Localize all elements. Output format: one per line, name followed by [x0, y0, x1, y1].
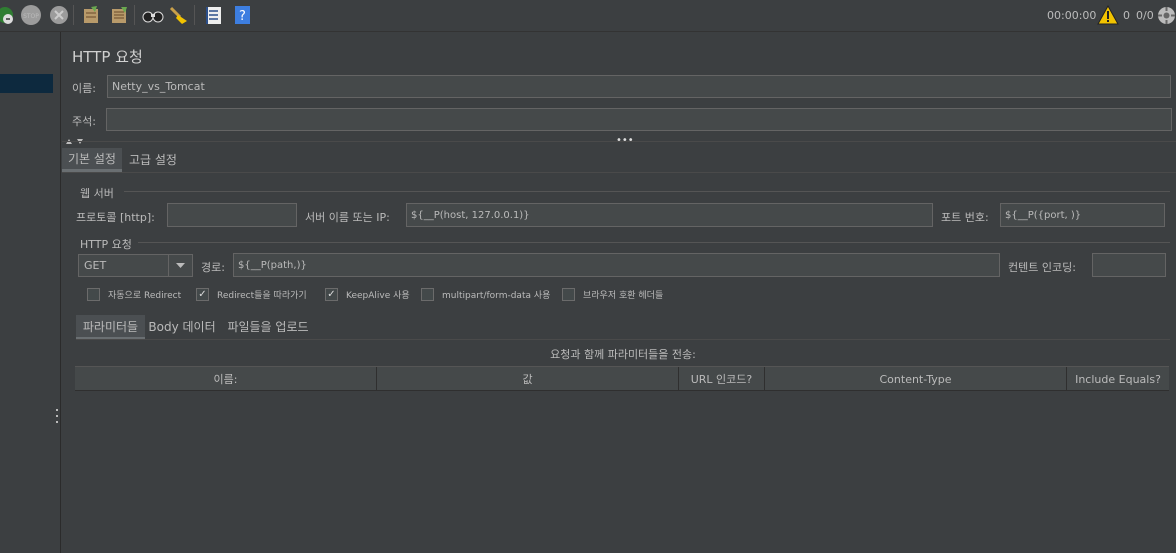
clear-icon[interactable] [80, 4, 102, 26]
option-follow-redirects[interactable]: ✓ Redirect들을 따라가기 [196, 288, 307, 301]
toolbar: STOP ? 00:00:00 0 0/0 [0, 0, 1176, 32]
search-icon[interactable] [142, 4, 164, 26]
params-table-body[interactable] [75, 391, 1169, 541]
method-select[interactable]: GET [78, 254, 193, 277]
server-label: 서버 이름 또는 IP: [305, 211, 390, 224]
tabs-divider [62, 172, 1176, 173]
option-label: KeepAlive 사용 [346, 291, 410, 301]
tab-parameters[interactable]: 파라미터들 [76, 315, 145, 340]
option-label: 자동으로 Redirect [108, 291, 182, 301]
port-label: 포트 번호: [941, 211, 989, 224]
option-keepalive[interactable]: ✓ KeepAlive 사용 [325, 288, 410, 301]
name-label: 이름: [72, 82, 96, 95]
option-label: multipart/form-data 사용 [442, 291, 551, 301]
column-header-content-type[interactable]: Content-Type [765, 367, 1067, 391]
column-header-include-equals[interactable]: Include Equals? [1067, 367, 1169, 391]
option-multipart[interactable]: multipart/form-data 사용 [421, 288, 550, 301]
web-server-divider [124, 191, 1170, 192]
pane-splitter[interactable] [53, 32, 61, 553]
protocol-label: 프로토콜 [http]: [76, 211, 155, 224]
encoding-input[interactable] [1092, 253, 1166, 277]
params-table-header: 이름: 값 URL 인코드? Content-Type Include Equa… [75, 366, 1169, 391]
tree-selected-node[interactable] [0, 74, 53, 93]
thread-count: 0/0 [1136, 9, 1154, 22]
checkbox[interactable] [562, 288, 575, 301]
server-input[interactable]: ${__P(host, 127.0.0.1)} [406, 203, 933, 227]
tab-advanced[interactable]: 고급 설정 [124, 148, 182, 170]
encoding-label: 컨텐트 인코딩: [1008, 261, 1076, 274]
tab-body-data[interactable]: Body 데이터 [147, 315, 217, 337]
column-header-value[interactable]: 값 [377, 367, 679, 391]
panel-title: HTTP 요청 [72, 48, 143, 66]
option-label: Redirect들을 따라가기 [217, 291, 307, 301]
test-plan-tree [0, 32, 53, 553]
shutdown-icon[interactable] [48, 4, 70, 26]
path-label: 경로: [201, 261, 225, 274]
web-server-section-label: 웹 서버 [80, 187, 114, 200]
function-helper-icon[interactable] [202, 4, 224, 26]
elapsed-time: 00:00:00 [1047, 9, 1097, 22]
checkbox[interactable] [421, 288, 434, 301]
tab-files-upload[interactable]: 파일들을 업로드 [221, 315, 315, 337]
chevron-down-icon[interactable] [168, 255, 192, 276]
method-select-value: GET [84, 259, 107, 272]
column-header-name[interactable]: 이름: [75, 367, 377, 391]
checkbox[interactable] [87, 288, 100, 301]
remote-icon[interactable] [1157, 6, 1176, 28]
option-browser-headers[interactable]: 브라우저 호환 헤더들 [562, 288, 663, 301]
tab-basic[interactable]: 기본 설정 [62, 148, 122, 172]
collapse-grip-icon[interactable]: ••• [616, 136, 634, 146]
checkbox-checked[interactable]: ✓ [325, 288, 338, 301]
start-no-pause-icon[interactable] [0, 4, 16, 26]
splitter-grip[interactable] [55, 409, 59, 423]
protocol-input[interactable] [167, 203, 297, 227]
help-icon[interactable]: ? [231, 4, 253, 26]
option-auto-redirect[interactable]: 자동으로 Redirect [87, 288, 181, 301]
subtabs-divider [76, 339, 1170, 340]
comment-label: 주석: [72, 115, 96, 128]
comment-input[interactable] [106, 108, 1172, 131]
option-label: 브라우저 호환 헤더들 [583, 291, 664, 301]
svg-text:?: ? [239, 9, 246, 24]
warning-count: 0 [1123, 9, 1130, 22]
http-request-divider [138, 242, 1170, 243]
checkbox-checked[interactable]: ✓ [196, 288, 209, 301]
column-header-url-encode[interactable]: URL 인코드? [679, 367, 765, 391]
svg-text:STOP: STOP [23, 13, 39, 20]
stop-icon[interactable]: STOP [20, 4, 42, 26]
http-request-section-label: HTTP 요청 [80, 238, 132, 251]
name-input[interactable]: Netty_vs_Tomcat [107, 75, 1171, 98]
clear-all-icon[interactable] [108, 4, 130, 26]
warning-icon[interactable] [1097, 4, 1119, 28]
path-input[interactable]: ${__P(path,)} [233, 253, 1000, 277]
port-input[interactable]: ${__P({port, )} [1000, 203, 1165, 227]
params-caption: 요청과 함께 파라미터들을 전송: [550, 348, 696, 361]
reset-search-icon[interactable] [168, 4, 190, 26]
